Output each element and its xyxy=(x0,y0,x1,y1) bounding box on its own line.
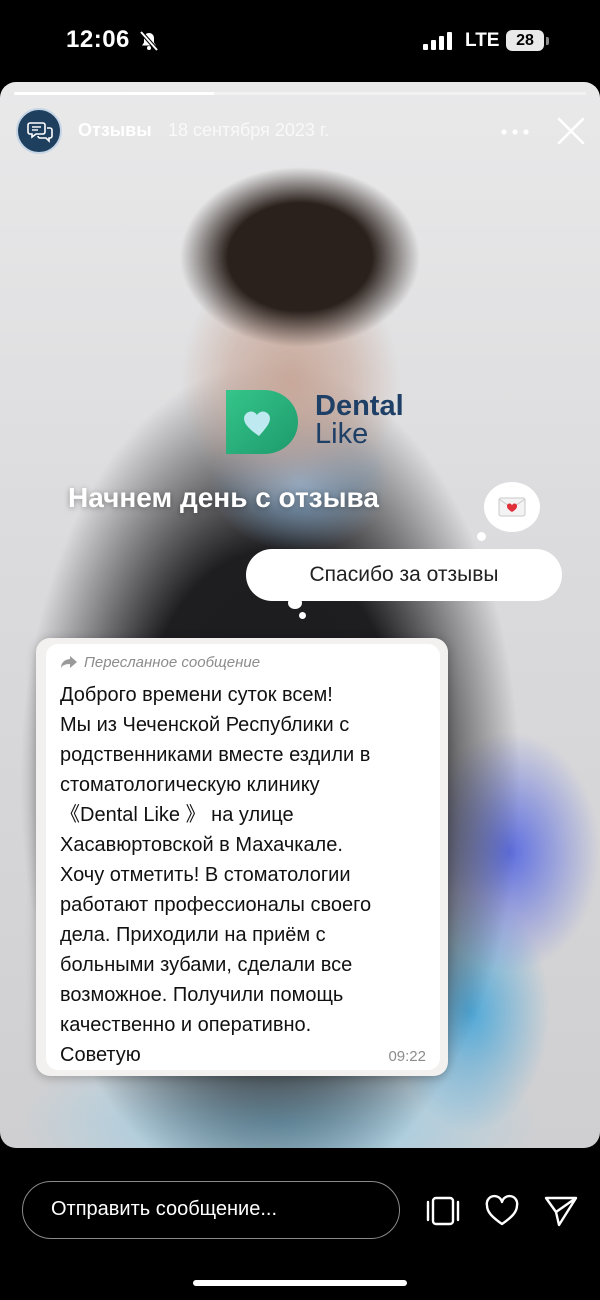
forward-arrow-icon xyxy=(61,656,77,668)
network-type: LTE xyxy=(465,30,500,51)
battery-icon: 28 xyxy=(506,30,544,51)
home-indicator xyxy=(193,1280,407,1286)
message-text: Доброго времени суток всем! Мы из Чеченск… xyxy=(60,680,430,1070)
heart-icon[interactable] xyxy=(484,1193,520,1229)
message-line: 《Dental Like 》 на улице xyxy=(60,804,294,826)
message-line: дела. Приходили на приём с xyxy=(60,924,326,946)
logo-line1: Dental xyxy=(315,390,404,422)
message-line: Хочу отметить! В стоматологии xyxy=(60,864,351,886)
status-time: 12:06 xyxy=(66,26,130,53)
message-bubble: Пересланное сообщение Доброго времени су… xyxy=(46,644,440,1070)
message-line: Советую xyxy=(60,1044,141,1066)
dental-like-logo-icon xyxy=(226,390,298,454)
battery-tip xyxy=(546,37,549,45)
account-avatar[interactable] xyxy=(16,108,62,154)
message-line: больными зубами, сделали все xyxy=(60,954,353,976)
chat-bubbles-icon xyxy=(27,122,53,143)
stories-icon[interactable] xyxy=(425,1193,461,1229)
more-options-icon[interactable] xyxy=(500,128,530,136)
story-progress-fill xyxy=(14,92,215,95)
envelope-heart-icon xyxy=(498,497,526,517)
message-line: работают профессионалы своего xyxy=(60,894,372,916)
forwarded-message-card: Пересланное сообщение Доброго времени су… xyxy=(36,638,448,1076)
send-icon[interactable] xyxy=(543,1193,579,1229)
envelope-sticker xyxy=(484,482,540,532)
bell-slash-icon xyxy=(139,30,159,52)
message-line: возможное. Получили помощь xyxy=(60,984,344,1006)
message-line: Хасавюртовской в Махачкале. xyxy=(60,834,343,856)
send-message-input[interactable]: Отправить сообщение... xyxy=(22,1181,400,1239)
story-headline: Начнем день с отзыва xyxy=(68,482,379,513)
thanks-bubble-dot xyxy=(288,597,302,609)
dental-like-logo-text: Dental Like xyxy=(315,390,404,450)
message-line: родственниками вместе ездили в xyxy=(60,744,371,766)
message-line: Мы из Чеченской Республики с xyxy=(60,714,350,736)
story-view[interactable]: Отзывы 18 сентября 2023 г. Dental Like Н… xyxy=(0,82,600,1148)
status-bar: 12:06 LTE 28 xyxy=(0,0,600,82)
story-account-name[interactable]: Отзывы xyxy=(78,120,152,141)
forwarded-header: Пересланное сообщение xyxy=(60,654,260,671)
message-line: стоматологическую клинику xyxy=(60,774,320,796)
thanks-sticker: Спасибо за отзывы xyxy=(246,549,562,601)
logo-line2: Like xyxy=(315,418,369,450)
forwarded-label: Пересланное сообщение xyxy=(84,654,261,671)
story-progress-bar xyxy=(14,92,586,95)
story-date: 18 сентября 2023 г. xyxy=(168,120,330,140)
message-time: 09:22 xyxy=(388,1048,426,1065)
thanks-bubble-dot-small xyxy=(299,612,306,619)
cellular-signal-icon xyxy=(423,32,452,50)
close-icon[interactable] xyxy=(556,116,586,146)
message-line: качественно и оперативно. xyxy=(60,1014,312,1036)
envelope-bubble-dot xyxy=(477,532,486,541)
message-line: Доброго времени суток всем! xyxy=(60,684,333,706)
